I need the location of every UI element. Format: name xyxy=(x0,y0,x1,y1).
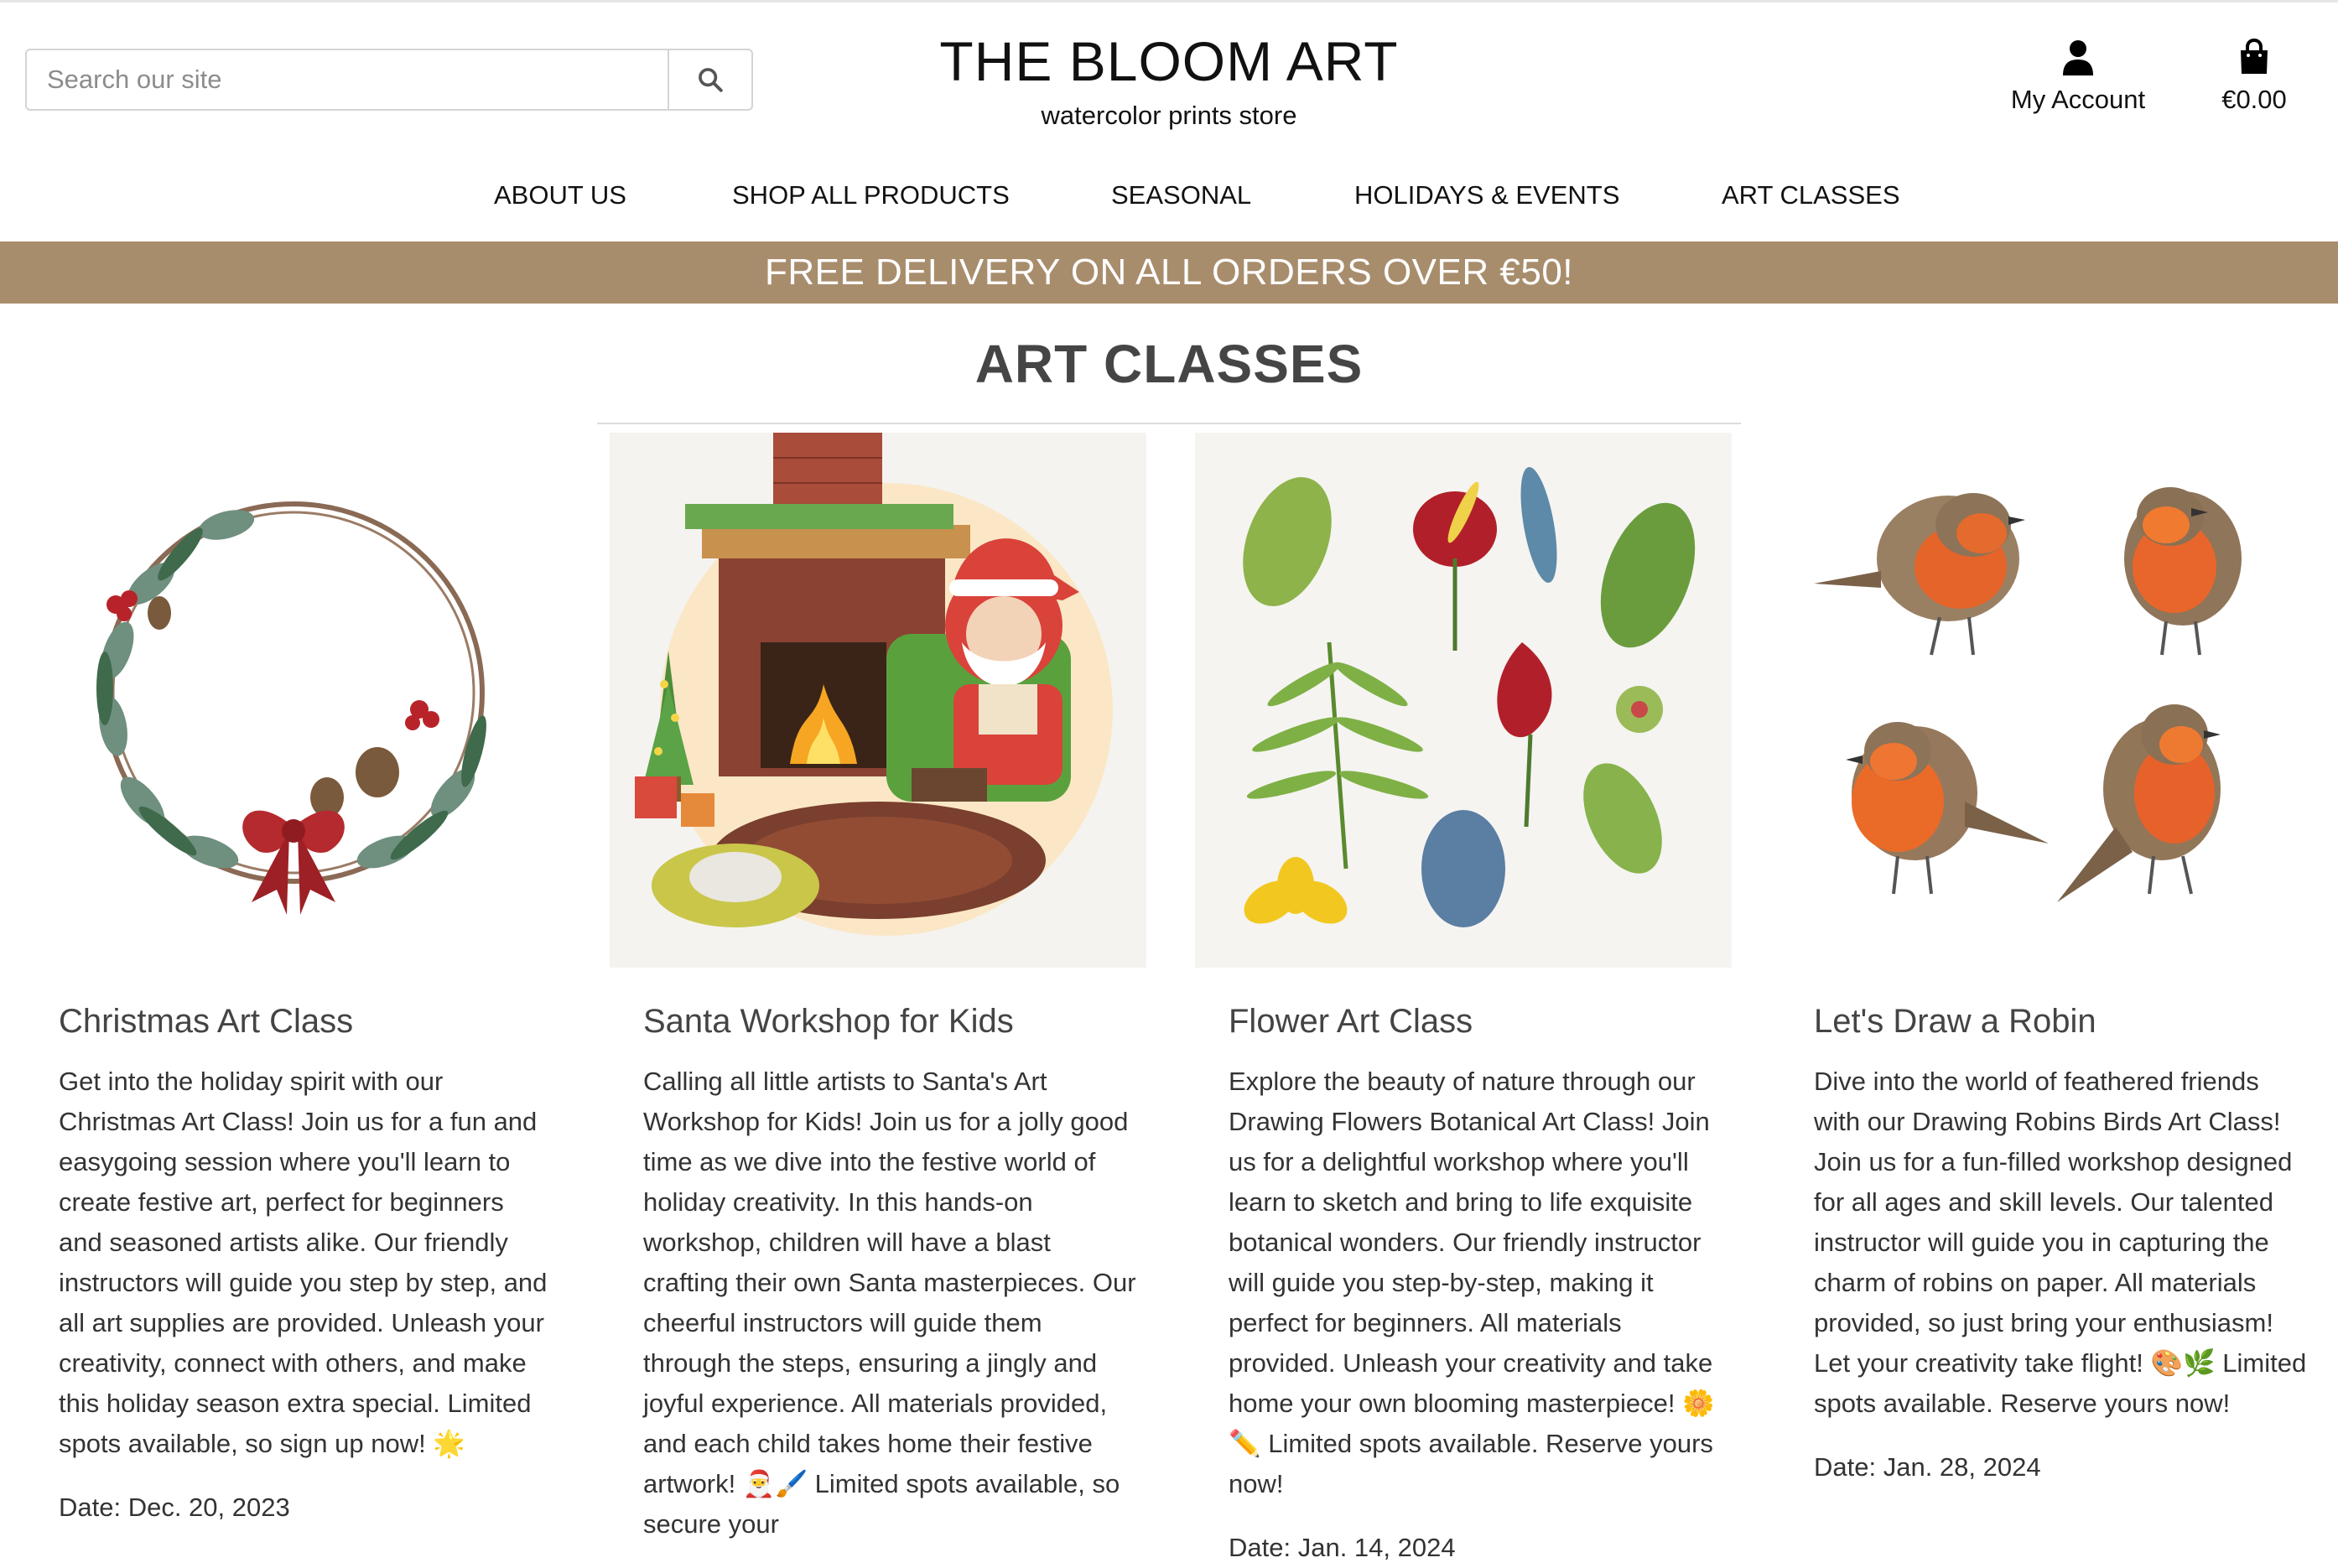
class-description: Dive into the world of feathered friends… xyxy=(1814,1067,2307,1418)
brand[interactable]: THE BLOOM ART watercolor prints store xyxy=(917,27,1421,132)
nav-item-about-us[interactable]: ABOUT US xyxy=(494,174,626,216)
brand-subtitle: watercolor prints store xyxy=(1041,101,1297,130)
santa-workshop-image[interactable] xyxy=(610,433,1146,968)
class-date: Date: Jan. 28, 2024 xyxy=(1814,1452,2041,1482)
title-divider xyxy=(597,423,1741,424)
page: THE BLOOM ART watercolor prints store My… xyxy=(0,0,2338,1562)
class-title[interactable]: Let's Draw a Robin xyxy=(1780,998,2317,1045)
class-description: Get into the holiday spirit with our Chr… xyxy=(59,1067,548,1458)
class-card-flower: Flower Art Class Explore the beauty of n… xyxy=(1195,433,1732,1568)
promo-banner-text: FREE DELIVERY ON ALL ORDERS OVER €50! xyxy=(764,252,1574,293)
class-date: Date: Jan. 14, 2024 xyxy=(1229,1533,1456,1562)
cart-total: €0.00 xyxy=(2221,85,2287,114)
search-bar xyxy=(25,49,753,111)
class-card-christmas: Christmas Art Class Get into the holiday… xyxy=(25,433,562,1528)
nav-item-art-classes[interactable]: ART CLASSES xyxy=(1722,174,1900,216)
my-account-link[interactable]: My Account xyxy=(1994,39,2162,117)
class-description: Explore the beauty of nature through our… xyxy=(1229,1067,1715,1498)
user-icon xyxy=(2063,40,2093,75)
christmas-wreath-image[interactable] xyxy=(25,433,562,968)
class-card-robin: Let's Draw a Robin Dive into the world o… xyxy=(1780,433,2317,1488)
nav-item-holidays-events[interactable]: HOLIDAYS & EVENTS xyxy=(1354,174,1619,216)
shopping-bag-icon xyxy=(2241,38,2268,74)
search-button[interactable] xyxy=(668,50,751,109)
botanical-flowers-image[interactable] xyxy=(1195,433,1732,968)
main-nav: ABOUT US SHOP ALL PRODUCTS SEASONAL HOLI… xyxy=(0,174,2338,216)
page-title: ART CLASSES xyxy=(974,334,1364,394)
nav-item-seasonal[interactable]: SEASONAL xyxy=(1111,174,1251,216)
cart-link[interactable]: €0.00 xyxy=(2204,38,2304,117)
class-title[interactable]: Christmas Art Class xyxy=(25,998,562,1045)
top-border xyxy=(0,0,2338,3)
class-date: Date: Dec. 20, 2023 xyxy=(59,1493,290,1522)
search-input[interactable] xyxy=(27,50,668,109)
class-description: Calling all little artists to Santa's Ar… xyxy=(643,1067,1136,1539)
search-icon xyxy=(699,68,723,92)
brand-title: THE BLOOM ART xyxy=(939,30,1399,92)
my-account-label: My Account xyxy=(2010,85,2146,114)
nav-item-shop-all-products[interactable]: SHOP ALL PRODUCTS xyxy=(732,174,1010,216)
class-title[interactable]: Santa Workshop for Kids xyxy=(610,998,1146,1045)
class-card-santa: Santa Workshop for Kids Calling all litt… xyxy=(610,433,1146,1545)
class-title[interactable]: Flower Art Class xyxy=(1195,998,1732,1045)
promo-banner: FREE DELIVERY ON ALL ORDERS OVER €50! xyxy=(0,241,2338,304)
robins-image[interactable] xyxy=(1780,433,2317,968)
